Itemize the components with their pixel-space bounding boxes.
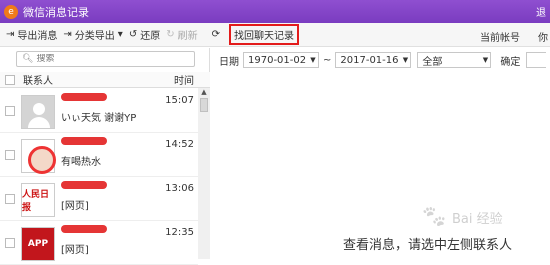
export-icon: ⇥	[63, 29, 72, 40]
account-label: 当前帐号	[480, 33, 520, 44]
baidu-watermark: 🐾︎ Bai 经验	[420, 200, 540, 234]
watermark-text: Bai 经验	[451, 211, 503, 227]
window-title: 微信消息记录	[23, 5, 89, 19]
recover-chat-button[interactable]: ⟳ 找回聊天记录	[212, 24, 299, 45]
sync-icon: ⟳	[211, 29, 220, 40]
row-preview: 有喝热水	[61, 157, 101, 168]
row-time: 13:06	[165, 183, 194, 194]
title-bar-right[interactable]: 退	[536, 4, 546, 19]
export-category-label: 分类导出	[74, 31, 115, 42]
select-all-checkbox[interactable]	[5, 74, 15, 85]
date-from-picker[interactable]: 1970-01-02 ▼	[243, 52, 319, 68]
type-select[interactable]: 全部 ▼	[417, 52, 492, 68]
contact-panel: 🔍︎ 联系人 时间 15:07 いぃ天気 谢谢YP 14:52 有喝热水 人民日…	[0, 48, 210, 265]
export-category-button[interactable]: ⇥ 分类导出 ▾	[63, 27, 122, 42]
avatar	[21, 139, 56, 174]
date-from-value: 1970-01-02	[248, 54, 307, 66]
empty-hint: 查看消息，请选中左侧联系人	[343, 238, 513, 253]
recover-chat-label: 找回聊天记录	[228, 24, 299, 45]
avatar: 人民日报	[21, 183, 55, 217]
list-item[interactable]: 人民日报 13:06 [网页]	[0, 177, 198, 221]
date-label: 日期	[219, 56, 239, 68]
export-icon: ⇥	[6, 29, 15, 40]
column-contact[interactable]: 联系人	[23, 72, 53, 87]
list-scrollbar[interactable]: ▲	[198, 88, 210, 259]
toolbar: ⇥ 导出消息 ⇥ 分类导出 ▾ ↺ 还原 ↻ 刷新 ⟳ 找回聊天记录 当前帐号 …	[0, 23, 550, 47]
chevron-down-icon[interactable]: ▼	[480, 56, 490, 64]
redacted-name	[61, 137, 107, 145]
account-value[interactable]: 你	[538, 29, 548, 44]
avatar: APP	[21, 227, 55, 261]
redacted-name	[61, 181, 107, 189]
scroll-thumb[interactable]	[200, 98, 208, 112]
restore-button[interactable]: ↺ 还原	[129, 27, 160, 42]
confirm-button[interactable]: 确定	[500, 53, 520, 68]
avatar	[21, 95, 55, 129]
export-messages-button[interactable]: ⇥ 导出消息	[6, 27, 57, 42]
chevron-down-icon[interactable]: ▼	[308, 56, 318, 64]
date-to-picker[interactable]: 2017-01-16 ▼	[335, 52, 412, 68]
list-item[interactable]: APP 12:35 [网页]	[0, 221, 198, 265]
redacted-name	[61, 93, 107, 101]
row-checkbox[interactable]	[5, 194, 15, 204]
restore-icon: ↺	[128, 29, 138, 40]
restore-label: 还原	[140, 31, 161, 42]
row-checkbox[interactable]	[5, 150, 15, 160]
row-checkbox[interactable]	[5, 106, 15, 116]
chevron-down-icon[interactable]: ▼	[400, 56, 410, 64]
title-bar: e 微信消息记录 退	[0, 0, 550, 23]
logout-button[interactable]: 退	[536, 4, 546, 19]
row-preview: [网页]	[61, 245, 89, 256]
list-item[interactable]: 15:07 いぃ天気 谢谢YP	[0, 89, 198, 133]
chevron-down-icon[interactable]: ▾	[118, 29, 123, 40]
message-search-input[interactable]	[526, 52, 547, 68]
refresh-label: 刷新	[177, 31, 198, 42]
row-preview: いぃ天気 谢谢YP	[61, 113, 137, 124]
search-box[interactable]: 🔍︎	[16, 51, 195, 67]
search-icon: 🔍︎	[22, 54, 34, 64]
scroll-up-icon[interactable]: ▲	[198, 88, 210, 96]
row-preview: [网页]	[61, 201, 89, 212]
type-value: 全部	[422, 56, 443, 68]
paw-icon: 🐾︎	[420, 204, 448, 230]
row-time: 15:07	[165, 95, 194, 106]
redacted-name	[61, 225, 107, 233]
app-logo-icon: e	[4, 4, 18, 19]
row-time: 12:35	[165, 227, 194, 238]
column-time[interactable]: 时间	[174, 72, 194, 87]
refresh-icon: ↻	[166, 29, 175, 40]
row-checkbox[interactable]	[5, 238, 15, 248]
search-input[interactable]	[36, 54, 187, 64]
filter-bar: 日期 1970-01-02 ▼ ~ 2017-01-16 ▼ 全部 ▼ 确定	[211, 48, 550, 72]
row-time: 14:52	[165, 139, 194, 150]
export-messages-label: 导出消息	[17, 31, 58, 42]
date-to-value: 2017-01-16	[340, 54, 399, 66]
date-separator: ~	[323, 54, 332, 66]
list-item[interactable]: 14:52 有喝热水	[0, 133, 198, 177]
contact-list: 15:07 いぃ天気 谢谢YP 14:52 有喝热水 人民日报 13:06 [网…	[0, 89, 198, 265]
list-header: 联系人 时间	[0, 72, 210, 88]
refresh-button[interactable]: ↻ 刷新	[166, 27, 197, 42]
